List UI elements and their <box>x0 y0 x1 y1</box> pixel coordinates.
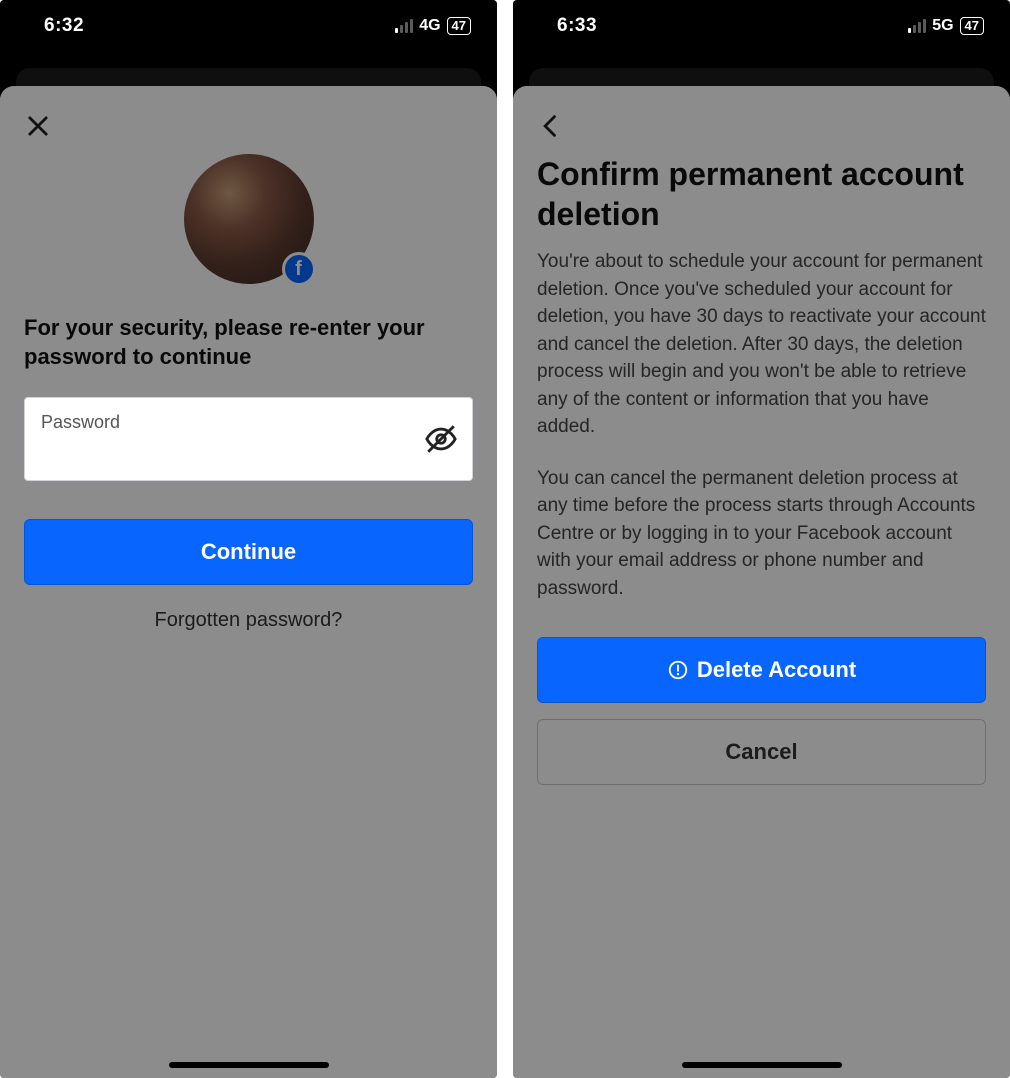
continue-button[interactable]: Continue <box>24 519 473 585</box>
status-bar: 6:32 4G 47 <box>0 0 497 52</box>
close-icon[interactable] <box>24 112 52 140</box>
confirm-paragraph-1: You're about to schedule your account fo… <box>537 248 986 441</box>
forgotten-password-link[interactable]: Forgotten password? <box>24 609 473 632</box>
status-time: 6:33 <box>557 15 597 37</box>
facebook-badge-icon: f <box>282 252 316 286</box>
confirm-heading: Confirm permanent account deletion <box>537 154 986 234</box>
alert-circle-icon <box>667 659 689 681</box>
security-heading: For your security, please re-enter your … <box>24 314 473 371</box>
screenshot-right: 6:33 5G 47 Confirm permanent account del… <box>513 0 1010 1078</box>
confirm-deletion-sheet: Confirm permanent account deletion You'r… <box>513 86 1010 1078</box>
status-bar: 6:33 5G 47 <box>513 0 1010 52</box>
password-field[interactable]: Password <box>24 397 473 481</box>
confirm-paragraph-2: You can cancel the permanent deletion pr… <box>537 465 986 603</box>
network-label: 5G <box>932 17 953 35</box>
password-sheet: f For your security, please re-enter you… <box>0 86 497 1078</box>
delete-account-button-label: Delete Account <box>697 657 856 683</box>
cellular-signal-icon <box>908 19 926 33</box>
screenshot-left: 6:32 4G 47 f For your security, please r… <box>0 0 497 1078</box>
back-chevron-icon[interactable] <box>537 112 565 140</box>
battery-indicator: 47 <box>960 17 984 35</box>
status-right: 4G 47 <box>395 17 471 35</box>
avatar: f <box>184 154 314 284</box>
continue-button-label: Continue <box>201 539 296 565</box>
cancel-button[interactable]: Cancel <box>537 719 986 785</box>
home-indicator[interactable] <box>682 1062 842 1068</box>
cancel-button-label: Cancel <box>725 739 797 765</box>
delete-account-button[interactable]: Delete Account <box>537 637 986 703</box>
toggle-password-visibility-icon[interactable] <box>424 422 458 456</box>
battery-indicator: 47 <box>447 17 471 35</box>
status-time: 6:32 <box>44 15 84 37</box>
network-label: 4G <box>419 17 440 35</box>
password-input[interactable] <box>25 398 472 480</box>
cellular-signal-icon <box>395 19 413 33</box>
home-indicator[interactable] <box>169 1062 329 1068</box>
status-right: 5G 47 <box>908 17 984 35</box>
